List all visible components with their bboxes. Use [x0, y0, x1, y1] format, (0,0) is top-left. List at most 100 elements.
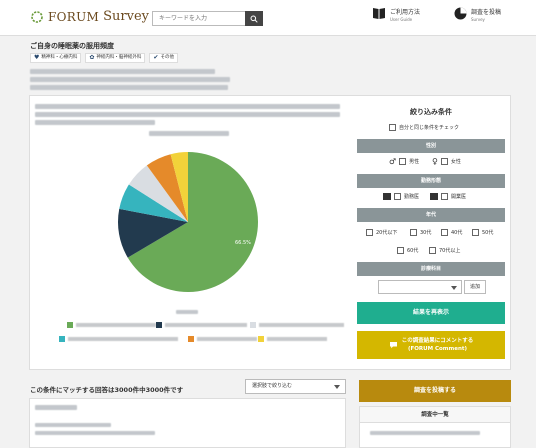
- age-option-30s[interactable]: 30代: [410, 229, 431, 236]
- tag-label: 精神科・心療内科: [41, 55, 78, 60]
- blurred-survey-item[interactable]: [370, 431, 480, 435]
- chevron-down-icon: [451, 286, 457, 290]
- age-label: 60代: [407, 248, 419, 254]
- category-tags: ♥ 精神科・心療内科 ✿ 神経内科・脳神経外科 ✔ その他: [30, 53, 178, 63]
- age-label: 40代: [451, 230, 463, 236]
- nav-post-survey-sub: Survey: [471, 17, 485, 22]
- search-button[interactable]: [245, 11, 263, 26]
- tag-other[interactable]: ✔ その他: [149, 53, 178, 63]
- legend-item: [59, 336, 178, 342]
- result-panel: [29, 95, 511, 370]
- work-clinic-option[interactable]: 開業医: [430, 193, 466, 200]
- legend-item: [250, 322, 344, 328]
- blurred-description-line: [30, 85, 228, 90]
- department-select[interactable]: [378, 280, 462, 294]
- blurred-answer-text: [35, 431, 155, 435]
- checkbox[interactable]: [440, 158, 448, 165]
- same-condition-label: 自分と同じ条件をチェック: [399, 125, 460, 131]
- blurred-question-line: [35, 112, 340, 117]
- tag-label: 神経内科・脳神経外科: [96, 55, 142, 60]
- blurred-question-line: [35, 104, 340, 109]
- comment-button[interactable]: この調査結果にコメントする (FORUM Comment): [357, 331, 505, 359]
- gender-header: 性別: [357, 139, 505, 153]
- nav-post-survey[interactable]: 調査を投稿 Survey: [454, 7, 501, 23]
- blurred-chart-caption: [149, 131, 229, 136]
- choice-filter-label: 選択肢で絞り込む: [252, 383, 293, 389]
- redisplay-button[interactable]: 結果を再表示: [357, 302, 505, 324]
- legend-swatch: [59, 336, 65, 342]
- checkbox[interactable]: [441, 193, 448, 200]
- pie-chart-icon: [454, 7, 467, 20]
- legend-label-blurred: [267, 337, 327, 341]
- same-condition-checkbox[interactable]: 自分と同じ条件をチェック: [389, 124, 459, 131]
- legend-swatch: [188, 336, 194, 342]
- pie-data-label: 66.5%: [235, 240, 251, 246]
- logo-text-forum: FORUM: [48, 9, 100, 24]
- clinic-building-icon: [430, 193, 438, 200]
- nav-user-guide[interactable]: ご利用方法 User Guide: [372, 7, 420, 23]
- checkbox[interactable]: [410, 229, 417, 236]
- checkbox[interactable]: [441, 229, 448, 236]
- age-header: 年代: [357, 208, 505, 222]
- search-box: [152, 11, 263, 26]
- hospital-building-icon: [383, 193, 391, 200]
- work-hospital-option[interactable]: 勤務医: [383, 193, 419, 200]
- age-option-70s-plus[interactable]: 70代以上: [429, 247, 460, 254]
- checkbox[interactable]: [394, 193, 401, 200]
- choice-filter-select[interactable]: 選択肢で絞り込む: [245, 379, 346, 394]
- checkbox[interactable]: [389, 124, 396, 131]
- work-clinic-label: 開業医: [451, 194, 467, 200]
- tag-neurology[interactable]: ✿ 神経内科・脳神経外科: [85, 53, 146, 63]
- department-header: 診療科目: [357, 262, 505, 276]
- match-count-text: この条件にマッチする回答は3000件中3000件です: [30, 386, 184, 394]
- blurred-answer-title: [35, 405, 77, 410]
- checkbox[interactable]: [472, 229, 479, 236]
- checkbox[interactable]: [366, 229, 373, 236]
- logo-mark-icon: [31, 10, 43, 23]
- page: FORUM Survey ご利用方法 User Guide: [0, 0, 536, 448]
- brain-icon: ✿: [89, 54, 95, 61]
- gender-male-option[interactable]: ♂ 男性: [389, 157, 419, 166]
- page-title: ご自身の睡眠薬の服用頻度: [30, 42, 114, 50]
- gender-female-option[interactable]: ♀ 女性: [432, 157, 461, 166]
- speech-bubble-icon: [389, 342, 397, 349]
- age-option-60s[interactable]: 60代: [397, 247, 418, 254]
- legend-item: [67, 322, 156, 328]
- checkbox[interactable]: [429, 247, 436, 254]
- legend-label-blurred: [165, 323, 247, 327]
- legend-item: [188, 336, 257, 342]
- legend-swatch: [258, 336, 264, 342]
- tag-psychiatry[interactable]: ♥ 精神科・心療内科: [30, 53, 82, 63]
- logo[interactable]: FORUM Survey: [30, 9, 149, 24]
- comment-button-line1: この調査結果にコメントする: [401, 338, 474, 344]
- legend-item: [258, 336, 327, 342]
- age-option-50s[interactable]: 50代: [472, 229, 493, 236]
- age-label: 20代以下: [376, 230, 398, 236]
- survey-list: 調査中一覧: [359, 406, 511, 448]
- gender-male-label: 男性: [409, 159, 420, 165]
- blurred-chart-note: [176, 310, 198, 314]
- legend-label-blurred: [68, 337, 178, 341]
- nav-user-guide-label: ご利用方法: [390, 9, 421, 16]
- work-hospital-label: 勤務医: [404, 194, 420, 200]
- work-header: 勤務形態: [357, 174, 505, 188]
- legend-swatch: [156, 322, 162, 328]
- age-option-40s[interactable]: 40代: [441, 229, 462, 236]
- legend-label-blurred: [197, 337, 257, 341]
- nav-post-survey-label: 調査を投稿: [471, 9, 502, 16]
- survey-list-title: 調査中一覧: [360, 407, 510, 423]
- gender-female-label: 女性: [450, 159, 461, 165]
- tag-label: その他: [160, 55, 174, 60]
- checkbox[interactable]: [399, 158, 407, 165]
- checkbox[interactable]: [397, 247, 404, 254]
- department-add-button[interactable]: 追加: [464, 280, 486, 294]
- legend-swatch: [250, 322, 256, 328]
- legend-label-blurred: [76, 323, 156, 327]
- post-survey-button[interactable]: 調査を投稿する: [359, 380, 511, 402]
- age-option-20s[interactable]: 20代以下: [366, 229, 397, 236]
- check-icon: ✔: [153, 54, 159, 61]
- pie-chart: 66.5%: [118, 152, 258, 292]
- filter-title: 絞り込み条件: [410, 108, 452, 116]
- heart-icon: ♥: [34, 54, 40, 61]
- search-input[interactable]: [152, 11, 245, 26]
